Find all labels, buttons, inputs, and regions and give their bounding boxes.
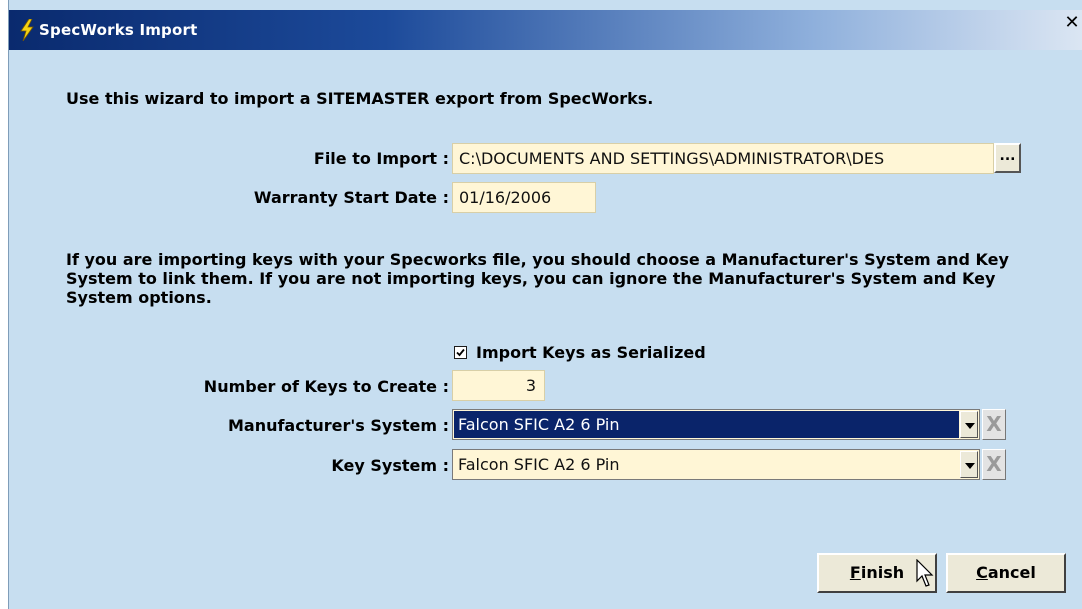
browse-button[interactable]: ...	[994, 143, 1021, 173]
intro-text: Use this wizard to import a SITEMASTER e…	[66, 89, 654, 108]
window-title: SpecWorks Import	[39, 21, 198, 39]
import-keys-serialized-checkbox[interactable]	[454, 346, 467, 359]
specworks-import-dialog: SpecWorks Import ✕ Use this wizard to im…	[8, 0, 1082, 609]
manufacturers-system-dropdown[interactable]: Falcon SFIC A2 6 Pin	[452, 409, 980, 440]
finish-mnemonic: F	[849, 563, 861, 582]
key-system-clear-button[interactable]: X	[982, 449, 1006, 480]
arrow-cursor-icon	[916, 559, 934, 587]
key-system-label: Key System :	[331, 456, 449, 475]
manufacturers-system-clear-button[interactable]: X	[982, 409, 1006, 440]
manufacturers-system-value: Falcon SFIC A2 6 Pin	[454, 411, 959, 438]
info-text: If you are importing keys with your Spec…	[66, 250, 1009, 307]
number-of-keys-field[interactable]: 3	[452, 370, 545, 401]
lightning-bolt-icon	[20, 19, 34, 41]
file-to-import-label: File to Import :	[313, 149, 449, 168]
file-to-import-field[interactable]: C:\DOCUMENTS AND SETTINGS\ADMINISTRATOR\…	[452, 143, 994, 174]
chevron-down-icon[interactable]	[960, 411, 978, 438]
import-keys-serialized-row[interactable]: Import Keys as Serialized	[454, 343, 706, 362]
cancel-label: ancel	[987, 563, 1036, 582]
close-button[interactable]: ✕	[1060, 12, 1082, 34]
cancel-mnemonic: C	[976, 563, 988, 582]
chevron-down-icon[interactable]	[960, 451, 978, 478]
title-bar[interactable]: SpecWorks Import	[9, 10, 1082, 50]
checkmark-icon	[456, 348, 465, 357]
manufacturers-system-label: Manufacturer's System :	[227, 416, 449, 435]
warranty-start-date-label: Warranty Start Date :	[253, 188, 449, 207]
import-keys-serialized-label: Import Keys as Serialized	[476, 343, 706, 362]
cancel-button[interactable]: Cancel	[946, 553, 1066, 593]
number-of-keys-label: Number of Keys to Create :	[203, 377, 449, 396]
warranty-start-date-field[interactable]: 01/16/2006	[452, 182, 596, 213]
key-system-dropdown[interactable]: Falcon SFIC A2 6 Pin	[452, 449, 980, 480]
key-system-value: Falcon SFIC A2 6 Pin	[458, 455, 620, 474]
finish-label: inish	[860, 563, 905, 582]
